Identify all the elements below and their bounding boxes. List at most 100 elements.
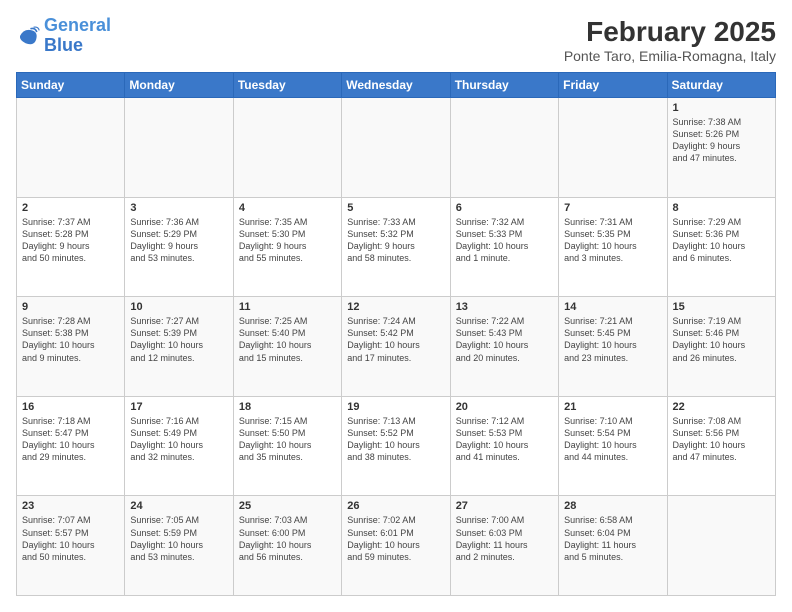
calendar-day-cell: 5 Sunrise: 7:33 AM Sunset: 5:32 PM Daylig… [342,197,450,297]
day-number: 2 [22,202,119,214]
weekday-header-row: SundayMondayTuesdayWednesdayThursdayFrid… [17,73,776,98]
calendar-day-cell: 2 Sunrise: 7:37 AM Sunset: 5:28 PM Daylig… [17,197,125,297]
calendar-day-cell: 19 Sunrise: 7:13 AM Sunset: 5:52 PM Dayli… [342,396,450,496]
day-info: Sunrise: 6:58 AM Sunset: 6:04 PM Dayligh… [564,514,661,563]
day-number: 4 [239,202,336,214]
calendar-day-cell: 15 Sunrise: 7:19 AM Sunset: 5:46 PM Dayli… [667,297,775,397]
calendar-title: February 2025 [564,16,776,48]
logo: General Blue [16,16,111,56]
day-number: 11 [239,301,336,313]
calendar-day-cell: 3 Sunrise: 7:36 AM Sunset: 5:29 PM Daylig… [125,197,233,297]
calendar-day-cell: 28 Sunrise: 6:58 AM Sunset: 6:04 PM Dayli… [559,496,667,596]
day-number: 23 [22,500,119,512]
day-info: Sunrise: 7:38 AM Sunset: 5:26 PM Dayligh… [673,116,770,165]
day-number: 13 [456,301,553,313]
calendar-day-cell: 10 Sunrise: 7:27 AM Sunset: 5:39 PM Dayli… [125,297,233,397]
logo-icon [16,24,40,48]
day-info: Sunrise: 7:12 AM Sunset: 5:53 PM Dayligh… [456,415,553,464]
day-info: Sunrise: 7:25 AM Sunset: 5:40 PM Dayligh… [239,315,336,364]
logo-general: General [44,15,111,35]
day-number: 3 [130,202,227,214]
day-info: Sunrise: 7:35 AM Sunset: 5:30 PM Dayligh… [239,216,336,265]
calendar-day-cell: 14 Sunrise: 7:21 AM Sunset: 5:45 PM Dayli… [559,297,667,397]
day-number: 28 [564,500,661,512]
calendar-week-row: 23 Sunrise: 7:07 AM Sunset: 5:57 PM Dayli… [17,496,776,596]
day-info: Sunrise: 7:19 AM Sunset: 5:46 PM Dayligh… [673,315,770,364]
header: General Blue February 2025 Ponte Taro, E… [16,16,776,64]
day-info: Sunrise: 7:07 AM Sunset: 5:57 PM Dayligh… [22,514,119,563]
day-number: 21 [564,401,661,413]
calendar-week-row: 1 Sunrise: 7:38 AM Sunset: 5:26 PM Daylig… [17,98,776,198]
calendar-day-cell: 8 Sunrise: 7:29 AM Sunset: 5:36 PM Daylig… [667,197,775,297]
calendar-day-cell [342,98,450,198]
calendar-body: 1 Sunrise: 7:38 AM Sunset: 5:26 PM Daylig… [17,98,776,596]
day-number: 10 [130,301,227,313]
day-number: 12 [347,301,444,313]
day-number: 17 [130,401,227,413]
day-info: Sunrise: 7:03 AM Sunset: 6:00 PM Dayligh… [239,514,336,563]
calendar-day-cell: 24 Sunrise: 7:05 AM Sunset: 5:59 PM Dayli… [125,496,233,596]
day-info: Sunrise: 7:29 AM Sunset: 5:36 PM Dayligh… [673,216,770,265]
day-number: 15 [673,301,770,313]
logo-text: General Blue [44,16,111,56]
day-info: Sunrise: 7:33 AM Sunset: 5:32 PM Dayligh… [347,216,444,265]
day-info: Sunrise: 7:28 AM Sunset: 5:38 PM Dayligh… [22,315,119,364]
day-info: Sunrise: 7:22 AM Sunset: 5:43 PM Dayligh… [456,315,553,364]
calendar-week-row: 9 Sunrise: 7:28 AM Sunset: 5:38 PM Daylig… [17,297,776,397]
day-info: Sunrise: 7:08 AM Sunset: 5:56 PM Dayligh… [673,415,770,464]
calendar-day-cell: 11 Sunrise: 7:25 AM Sunset: 5:40 PM Dayli… [233,297,341,397]
day-number: 7 [564,202,661,214]
calendar-day-cell: 7 Sunrise: 7:31 AM Sunset: 5:35 PM Daylig… [559,197,667,297]
weekday-header-cell: Wednesday [342,73,450,98]
weekday-header-cell: Monday [125,73,233,98]
day-info: Sunrise: 7:27 AM Sunset: 5:39 PM Dayligh… [130,315,227,364]
calendar-day-cell [667,496,775,596]
day-info: Sunrise: 7:05 AM Sunset: 5:59 PM Dayligh… [130,514,227,563]
calendar-day-cell: 25 Sunrise: 7:03 AM Sunset: 6:00 PM Dayli… [233,496,341,596]
day-info: Sunrise: 7:31 AM Sunset: 5:35 PM Dayligh… [564,216,661,265]
title-block: February 2025 Ponte Taro, Emilia-Romagna… [564,16,776,64]
day-number: 24 [130,500,227,512]
day-number: 5 [347,202,444,214]
day-info: Sunrise: 7:00 AM Sunset: 6:03 PM Dayligh… [456,514,553,563]
calendar-day-cell: 23 Sunrise: 7:07 AM Sunset: 5:57 PM Dayli… [17,496,125,596]
day-number: 25 [239,500,336,512]
calendar-subtitle: Ponte Taro, Emilia-Romagna, Italy [564,48,776,64]
calendar-day-cell: 16Sunrise: 7:18 AM Sunset: 5:47 PM Dayli… [17,396,125,496]
day-info: Sunrise: 7:18 AM Sunset: 5:47 PM Dayligh… [22,415,119,464]
day-number: 9 [22,301,119,313]
day-info: Sunrise: 7:36 AM Sunset: 5:29 PM Dayligh… [130,216,227,265]
calendar-day-cell: 6Sunrise: 7:32 AM Sunset: 5:33 PM Daylig… [450,197,558,297]
day-number: 20 [456,401,553,413]
calendar-table: SundayMondayTuesdayWednesdayThursdayFrid… [16,72,776,596]
day-number: 18 [239,401,336,413]
weekday-header-cell: Sunday [17,73,125,98]
calendar-day-cell: 18 Sunrise: 7:15 AM Sunset: 5:50 PM Dayli… [233,396,341,496]
calendar-day-cell: 1 Sunrise: 7:38 AM Sunset: 5:26 PM Daylig… [667,98,775,198]
day-info: Sunrise: 7:24 AM Sunset: 5:42 PM Dayligh… [347,315,444,364]
day-number: 8 [673,202,770,214]
calendar-week-row: 2 Sunrise: 7:37 AM Sunset: 5:28 PM Daylig… [17,197,776,297]
page: General Blue February 2025 Ponte Taro, E… [0,0,792,612]
calendar-day-cell [559,98,667,198]
calendar-day-cell: 22 Sunrise: 7:08 AM Sunset: 5:56 PM Dayli… [667,396,775,496]
day-info: Sunrise: 7:15 AM Sunset: 5:50 PM Dayligh… [239,415,336,464]
day-info: Sunrise: 7:21 AM Sunset: 5:45 PM Dayligh… [564,315,661,364]
day-number: 1 [673,102,770,114]
day-info: Sunrise: 7:37 AM Sunset: 5:28 PM Dayligh… [22,216,119,265]
day-info: Sunrise: 7:13 AM Sunset: 5:52 PM Dayligh… [347,415,444,464]
logo-blue: Blue [44,35,83,55]
calendar-day-cell: 12 Sunrise: 7:24 AM Sunset: 5:42 PM Dayli… [342,297,450,397]
calendar-day-cell: 13 Sunrise: 7:22 AM Sunset: 5:43 PM Dayli… [450,297,558,397]
calendar-day-cell: 9 Sunrise: 7:28 AM Sunset: 5:38 PM Daylig… [17,297,125,397]
day-info: Sunrise: 7:16 AM Sunset: 5:49 PM Dayligh… [130,415,227,464]
calendar-day-cell [233,98,341,198]
day-number: 27 [456,500,553,512]
day-number: 19 [347,401,444,413]
day-number: 14 [564,301,661,313]
weekday-header-cell: Tuesday [233,73,341,98]
calendar-day-cell [17,98,125,198]
day-number: 22 [673,401,770,413]
weekday-header-cell: Thursday [450,73,558,98]
calendar-week-row: 16Sunrise: 7:18 AM Sunset: 5:47 PM Dayli… [17,396,776,496]
